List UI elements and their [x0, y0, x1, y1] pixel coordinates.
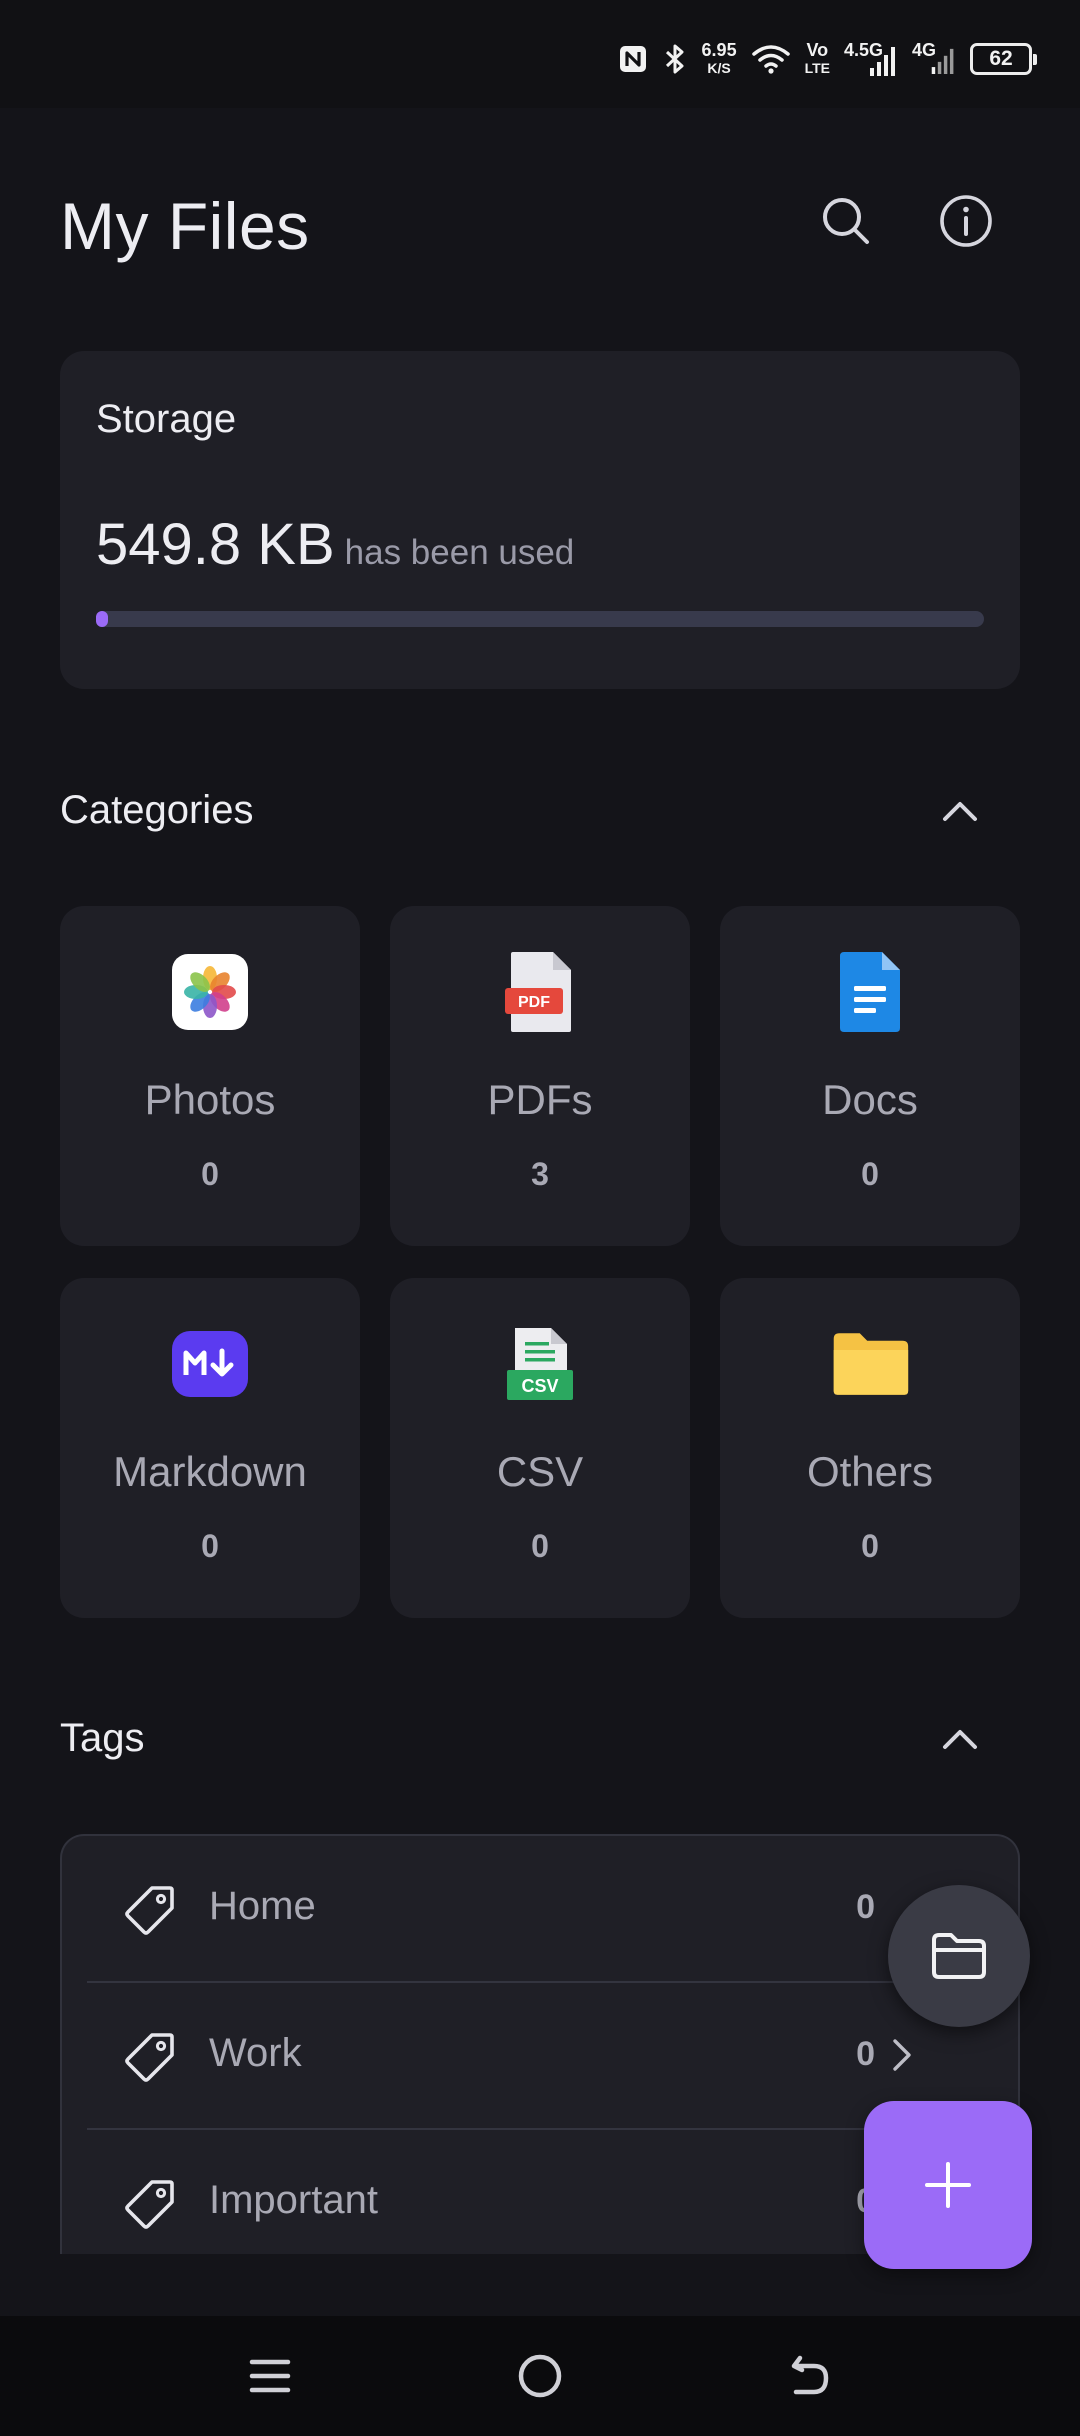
csv-icon: CSV: [500, 1322, 580, 1406]
wifi-icon: [751, 45, 790, 74]
folder-icon: [830, 1322, 910, 1406]
category-name: PDFs: [487, 1076, 593, 1123]
category-name: Markdown: [113, 1448, 307, 1495]
search-button[interactable]: [815, 190, 877, 252]
storage-used-value: 549.8 KB: [96, 512, 335, 577]
back-icon: [791, 2355, 829, 2395]
volte-top: Vo: [806, 40, 829, 60]
signal-bars-icon: [931, 48, 954, 74]
network-speed-unit: K/S: [707, 60, 731, 76]
photos-icon: [170, 950, 250, 1034]
category-name: Docs: [822, 1076, 918, 1123]
tag-icon: [125, 2180, 174, 2229]
svg-text:PDF: PDF: [518, 994, 550, 1011]
storage-card[interactable]: Storage 549.8 KB has been used: [60, 351, 1020, 689]
tag-label: Work: [209, 2031, 302, 2075]
open-folder-fab[interactable]: [888, 1885, 1030, 2027]
nav-home-button[interactable]: [510, 2346, 570, 2406]
info-button[interactable]: [935, 190, 997, 252]
tags-collapse-button[interactable]: [935, 1714, 985, 1764]
chevron-up-icon: [943, 802, 977, 821]
home-circle-icon: [518, 2354, 562, 2398]
category-name: CSV: [496, 1448, 584, 1495]
volte-bottom: LTE: [804, 60, 830, 76]
svg-text:CSV: CSV: [521, 1376, 558, 1396]
storage-progress-bar: [96, 611, 984, 627]
signal-bars-icon: [870, 47, 895, 76]
tag-icon: [125, 1886, 174, 1935]
category-name: Photos: [144, 1076, 276, 1123]
tag-row-important[interactable]: Important 0: [87, 2130, 997, 2254]
app-content: My Files Storage 549.8 KB has been used C…: [0, 108, 1080, 2316]
tag-label: Home: [209, 1884, 316, 1928]
category-photos[interactable]: Photos 0: [60, 906, 360, 1246]
info-icon: [940, 195, 992, 247]
plus-icon: [925, 2162, 971, 2208]
category-count: 3: [531, 1156, 549, 1192]
network-speed: 6.95 K/S: [702, 41, 737, 77]
category-markdown[interactable]: Markdown 0: [60, 1278, 360, 1618]
signal-1: 4.5G: [844, 40, 898, 78]
status-bar: 6.95 K/S Vo LTE 4.5G 4G 62: [0, 0, 1080, 108]
status-icons: 6.95 K/S Vo LTE 4.5G 4G 62: [604, 36, 1037, 82]
system-nav-bar: [0, 2316, 1080, 2436]
category-name: Others: [806, 1448, 934, 1495]
tag-count: 0: [856, 1888, 875, 1926]
menu-icon: [249, 2359, 291, 2393]
storage-used: 549.8 KB has been used: [96, 511, 574, 578]
category-count: 0: [861, 1528, 879, 1564]
storage-used-suffix: has been used: [344, 533, 575, 572]
folder-open-icon: [932, 1933, 986, 1979]
category-count: 0: [201, 1528, 219, 1564]
chevron-up-icon: [943, 1730, 977, 1749]
storage-label: Storage: [96, 397, 237, 441]
categories-title: Categories: [60, 788, 254, 832]
pdf-icon: PDF: [500, 950, 580, 1034]
category-count: 0: [861, 1156, 879, 1192]
page-title: My Files: [60, 189, 310, 263]
category-others[interactable]: Others 0: [720, 1278, 1020, 1618]
categories-collapse-button[interactable]: [935, 786, 985, 836]
tag-row-home[interactable]: Home 0: [87, 1836, 997, 1983]
add-fab[interactable]: [864, 2101, 1032, 2269]
tag-row-work[interactable]: Work 0: [87, 1983, 997, 2130]
category-count: 0: [531, 1528, 549, 1564]
docs-icon: [830, 950, 910, 1034]
signal-2: 4G: [912, 40, 956, 78]
battery-indicator: 62: [970, 43, 1037, 75]
tag-label: Important: [209, 2178, 378, 2222]
markdown-icon: [170, 1322, 250, 1406]
volte-indicator: Vo LTE: [805, 41, 830, 77]
category-pdfs[interactable]: PDF PDFs 3: [390, 906, 690, 1246]
nav-back-button[interactable]: [780, 2346, 840, 2406]
bluetooth-icon: [665, 44, 684, 74]
tag-icon: [125, 2033, 174, 2082]
category-csv[interactable]: CSV CSV 0: [390, 1278, 690, 1618]
tag-count: 0: [856, 2035, 875, 2073]
category-docs[interactable]: Docs 0: [720, 906, 1020, 1246]
storage-progress-fill: [96, 611, 108, 627]
nfc-icon: [619, 46, 646, 72]
chevron-right-icon: [893, 2039, 911, 2071]
category-count: 0: [201, 1156, 219, 1192]
tags-title: Tags: [60, 1716, 145, 1760]
search-icon: [823, 198, 869, 244]
nav-menu-button[interactable]: [240, 2346, 300, 2406]
network-speed-value: 6.95: [701, 40, 737, 60]
